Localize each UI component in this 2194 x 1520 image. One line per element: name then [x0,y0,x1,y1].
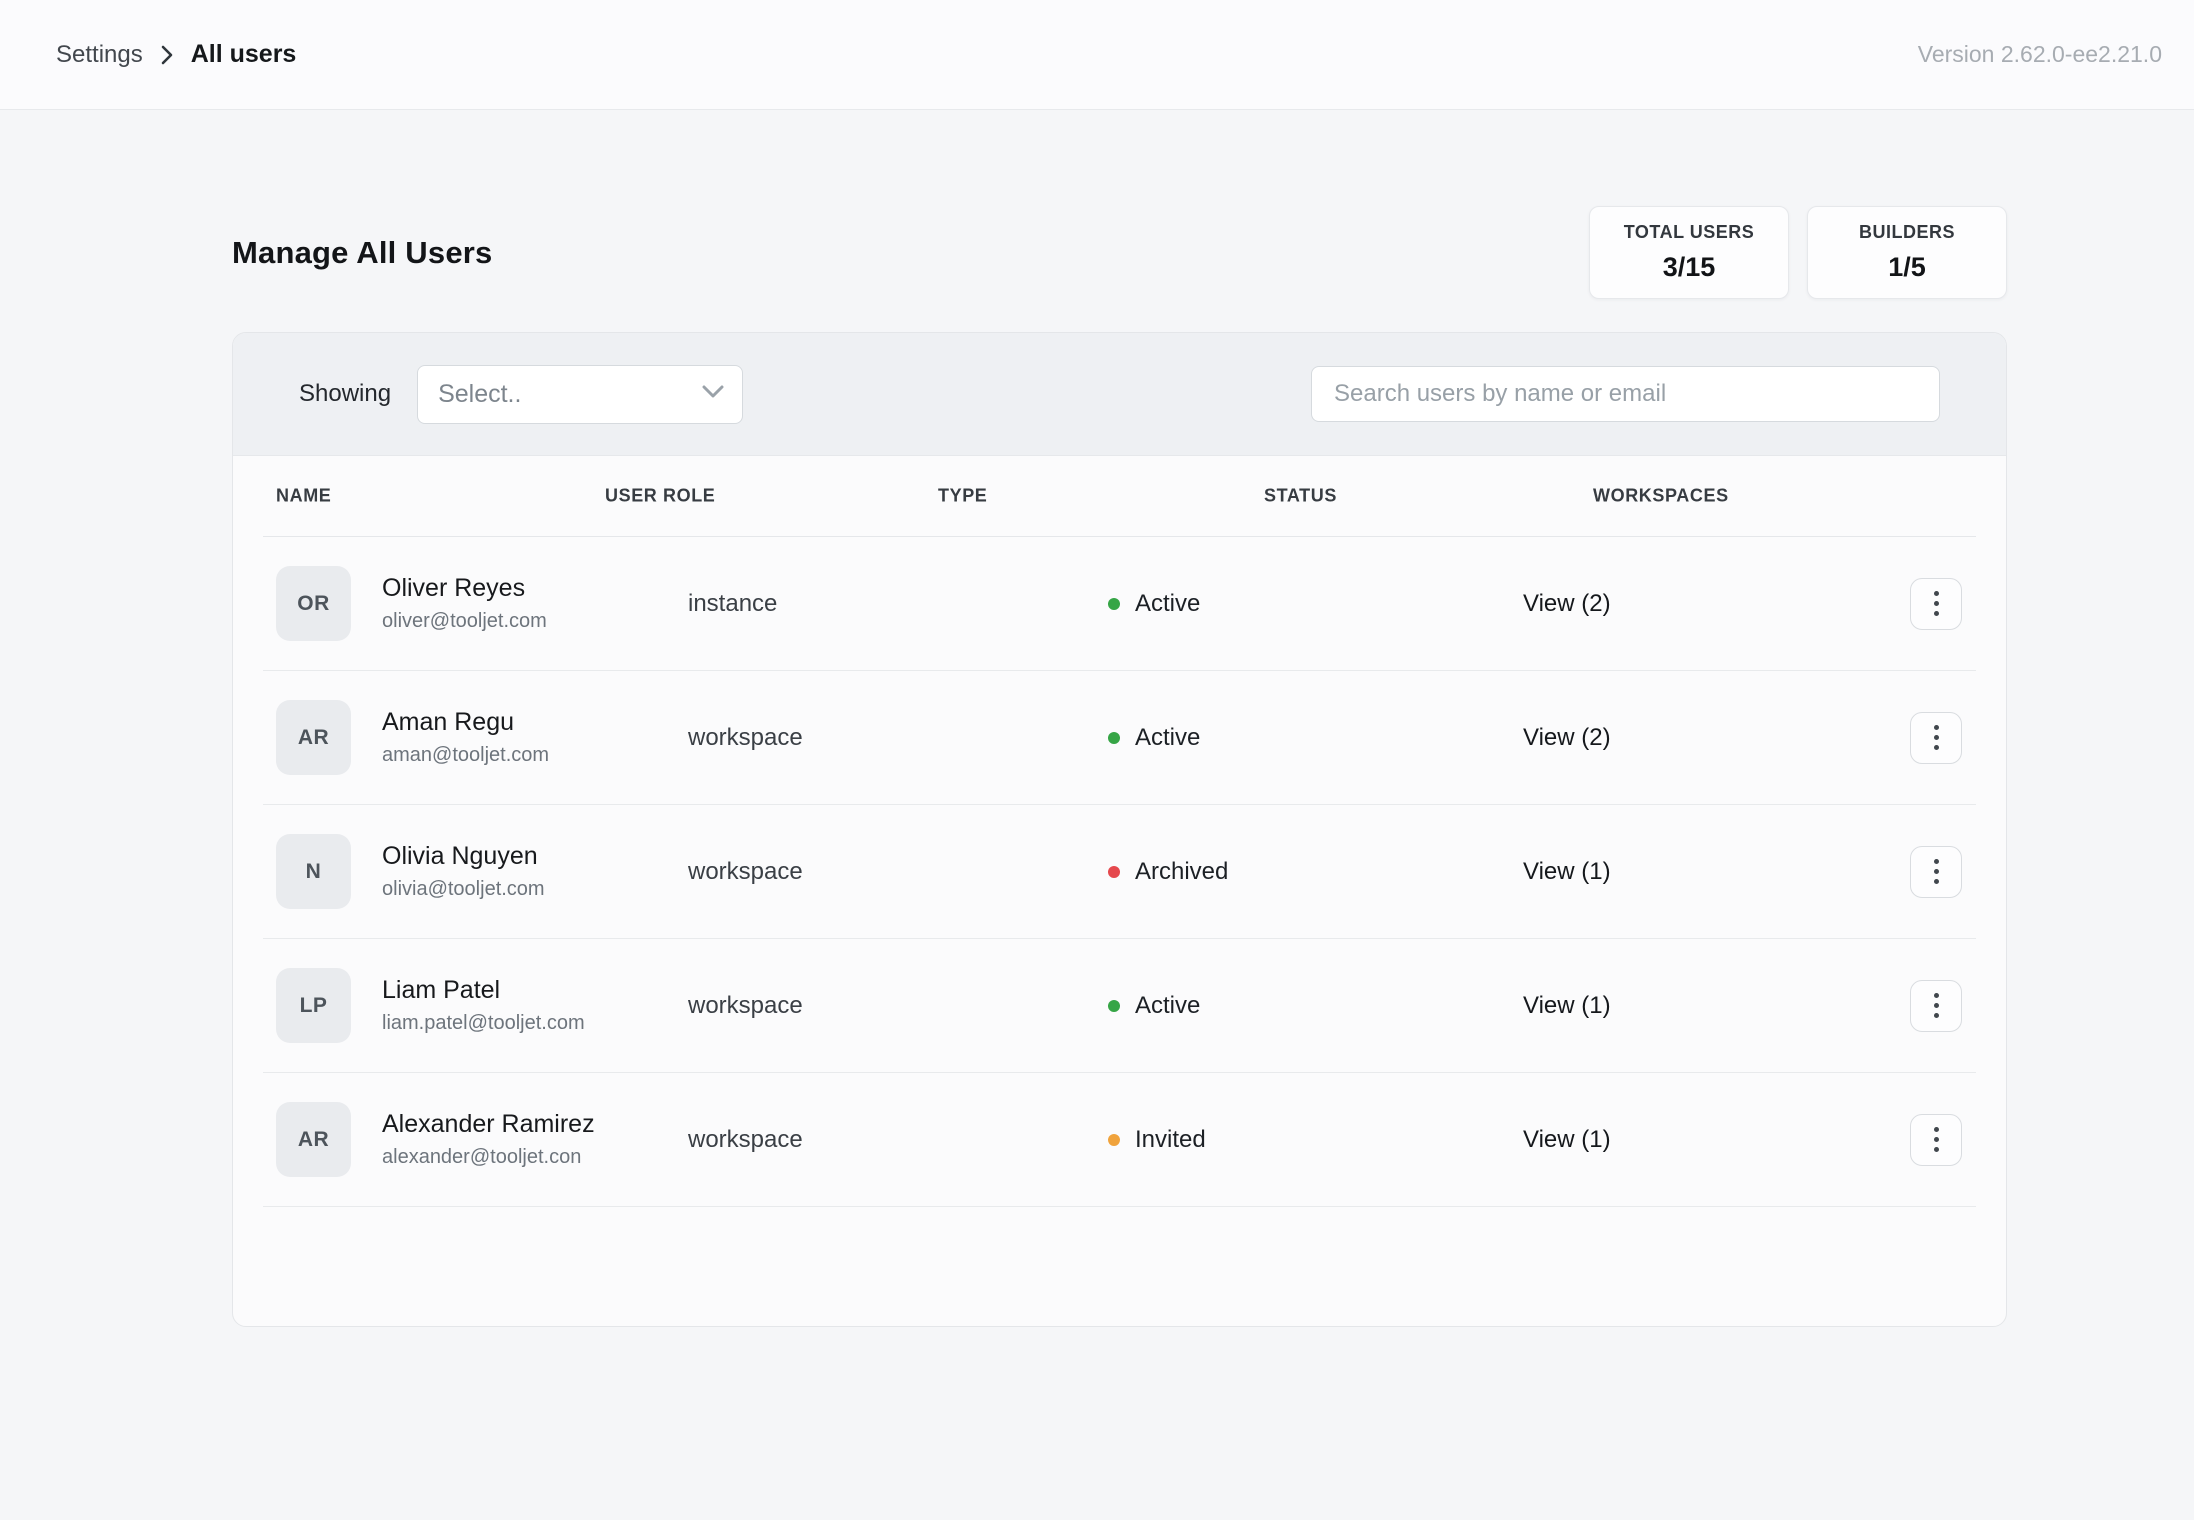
avatar: OR [276,566,351,641]
main-content: Manage All Users TOTAL USERS 3/15 BUILDE… [232,206,2007,1327]
name-cell: N Olivia Nguyen olivia@tooljet.com [276,834,688,909]
showing-label: Showing [299,380,391,408]
name-cell: AR Aman Regu aman@tooljet.com [276,700,688,775]
page-title: Manage All Users [232,235,492,271]
status-badge: Active [1108,724,1523,752]
table-header: NAME USER ROLE TYPE STATUS WORKSPACES [263,456,1976,537]
user-name: Oliver Reyes [382,574,547,603]
breadcrumb-current: All users [191,40,297,69]
status-label: Active [1135,724,1200,752]
user-role: workspace [688,992,943,1020]
builders-label: BUILDERS [1859,222,1955,243]
builders-card: BUILDERS 1/5 [1807,206,2007,299]
name-cell: AR Alexander Ramirez alexander@tooljet.c… [276,1102,688,1177]
kebab-icon [1934,993,1939,1018]
name-cell: LP Liam Patel liam.patel@tooljet.com [276,968,688,1043]
user-email: olivia@tooljet.com [382,878,545,901]
breadcrumb-settings-link[interactable]: Settings [56,41,143,69]
builders-value: 1/5 [1888,252,1926,283]
row-actions-button[interactable] [1910,846,1962,898]
version-label: Version 2.62.0-ee2.21.0 [1918,41,2162,68]
user-name: Olivia Nguyen [382,842,545,871]
avatar: AR [276,700,351,775]
user-email: alexander@tooljet.con [382,1146,595,1169]
workspaces-link[interactable]: View (1) [1523,992,1853,1020]
kebab-icon [1934,591,1939,616]
workspaces-link[interactable]: View (2) [1523,724,1853,752]
users-table: NAME USER ROLE TYPE STATUS WORKSPACES OR… [263,456,1976,1207]
table-row: LP Liam Patel liam.patel@tooljet.com wor… [263,939,1976,1073]
total-users-label: TOTAL USERS [1624,222,1755,243]
avatar: N [276,834,351,909]
status-dot-icon [1108,732,1120,744]
stats-cards: TOTAL USERS 3/15 BUILDERS 1/5 [1589,206,2007,299]
kebab-icon [1934,1127,1939,1152]
column-header-status: STATUS [1264,486,1337,507]
breadcrumb-chevron-icon [159,43,175,67]
status-badge: Archived [1108,858,1523,886]
user-email: oliver@tooljet.com [382,610,547,633]
total-users-value: 3/15 [1663,252,1716,283]
column-header-user-role: USER ROLE [605,486,715,507]
users-panel: Showing Select.. NAME USER ROLE TYPE STA… [232,332,2007,1327]
user-name: Alexander Ramirez [382,1110,595,1139]
column-header-type: TYPE [938,486,987,507]
status-filter-select[interactable]: Select.. [417,365,743,424]
avatar: LP [276,968,351,1043]
user-role: workspace [688,1126,943,1154]
status-badge: Active [1108,590,1523,618]
user-name: Liam Patel [382,976,585,1005]
status-label: Invited [1135,1126,1206,1154]
topbar: Settings All users Version 2.62.0-ee2.21… [0,0,2194,110]
row-actions-button[interactable] [1910,712,1962,764]
status-badge: Active [1108,992,1523,1020]
user-email: aman@tooljet.com [382,744,549,767]
status-dot-icon [1108,1134,1120,1146]
user-role: workspace [688,858,943,886]
status-label: Archived [1135,858,1228,886]
user-role: workspace [688,724,943,752]
chevron-down-icon [702,385,724,404]
filter-bar: Showing Select.. [233,333,2006,456]
column-header-name: NAME [276,486,331,507]
status-dot-icon [1108,1000,1120,1012]
status-dot-icon [1108,866,1120,878]
search-input[interactable] [1311,366,1940,422]
kebab-icon [1934,725,1939,750]
page-head: Manage All Users TOTAL USERS 3/15 BUILDE… [232,206,2007,299]
select-placeholder: Select.. [438,380,521,409]
avatar: AR [276,1102,351,1177]
table-row: OR Oliver Reyes oliver@tooljet.com insta… [263,537,1976,671]
user-email: liam.patel@tooljet.com [382,1012,585,1035]
row-actions-button[interactable] [1910,578,1962,630]
name-cell: OR Oliver Reyes oliver@tooljet.com [276,566,688,641]
table-row: N Olivia Nguyen olivia@tooljet.com works… [263,805,1976,939]
table-row: AR Alexander Ramirez alexander@tooljet.c… [263,1073,1976,1207]
kebab-icon [1934,859,1939,884]
workspaces-link[interactable]: View (2) [1523,590,1853,618]
user-role: instance [688,590,943,618]
workspaces-link[interactable]: View (1) [1523,858,1853,886]
status-label: Active [1135,992,1200,1020]
user-name: Aman Regu [382,708,549,737]
breadcrumb: Settings All users [56,40,296,69]
row-actions-button[interactable] [1910,980,1962,1032]
total-users-card: TOTAL USERS 3/15 [1589,206,1789,299]
table-row: AR Aman Regu aman@tooljet.com workspace … [263,671,1976,805]
column-header-workspaces: WORKSPACES [1593,486,1729,507]
status-label: Active [1135,590,1200,618]
row-actions-button[interactable] [1910,1114,1962,1166]
workspaces-link[interactable]: View (1) [1523,1126,1853,1154]
status-dot-icon [1108,598,1120,610]
status-badge: Invited [1108,1126,1523,1154]
